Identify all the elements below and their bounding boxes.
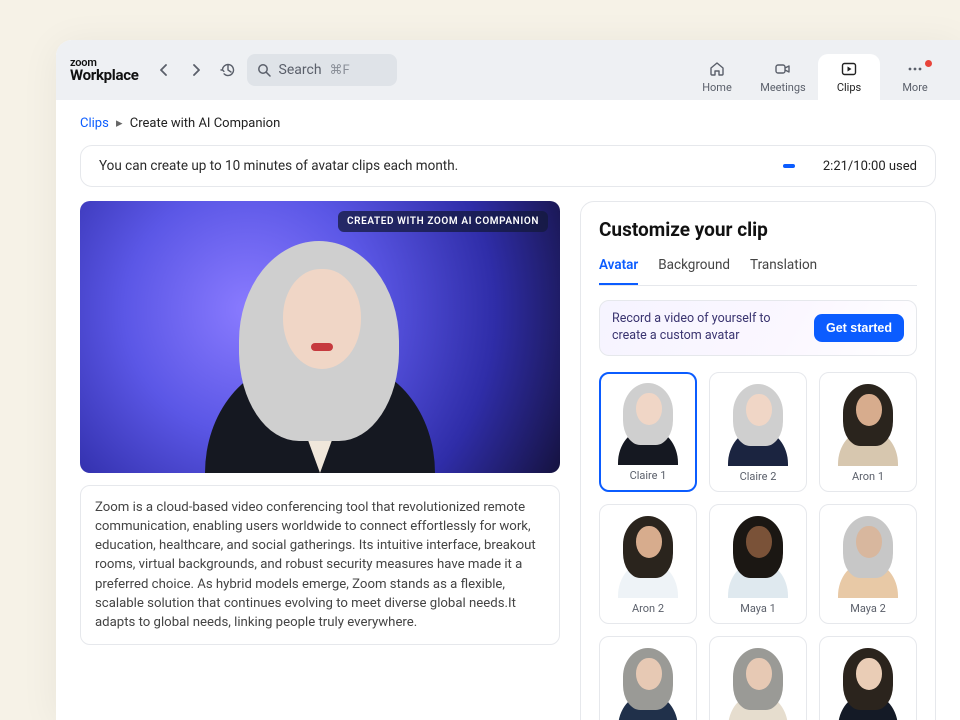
avatar-name: Claire 2 (740, 470, 777, 483)
avatar-name: Claire 1 (630, 469, 667, 482)
more-icon (906, 60, 924, 78)
clips-icon (840, 60, 858, 78)
avatar-thumbnail (716, 643, 800, 720)
customize-panel: Customize your clip Avatar Background Tr… (580, 201, 936, 720)
page-body: Clips ▸ Create with AI Companion You can… (56, 100, 960, 720)
history-button[interactable] (215, 57, 241, 83)
tab-background[interactable]: Background (658, 251, 730, 285)
tab-clips[interactable]: Clips (818, 54, 880, 100)
get-started-button[interactable]: Get started (814, 314, 904, 342)
top-nav-tabs: Home Meetings Clips More (686, 40, 946, 100)
quota-used-text: 2:21/10:00 used (823, 159, 917, 174)
tab-avatar[interactable]: Avatar (599, 251, 638, 285)
home-icon (708, 60, 726, 78)
tab-label: Home (702, 81, 732, 94)
brand-bottom: Workplace (70, 68, 139, 83)
avatar-thumbnail (606, 511, 690, 598)
search-icon (257, 63, 271, 77)
tab-label: More (902, 81, 927, 94)
avatar-thumbnail (826, 643, 910, 720)
avatar-name: Aron 1 (852, 470, 884, 483)
cta-text: Record a video of yourself to create a c… (612, 311, 802, 345)
search-placeholder: Search (279, 62, 322, 78)
preview-column: CREATED WITH ZOOM AI COMPANION Zoom is a… (80, 201, 560, 645)
avatar-thumbnail (826, 379, 910, 466)
breadcrumb: Clips ▸ Create with AI Companion (80, 116, 936, 131)
history-icon (220, 62, 236, 78)
avatar-figure (205, 223, 435, 473)
search-input[interactable]: Search ⌘F (247, 54, 397, 86)
breadcrumb-root-link[interactable]: Clips (80, 116, 109, 131)
panel-tabs: Avatar Background Translation (599, 251, 917, 286)
quota-progress-bar (783, 164, 795, 168)
nav-forward-button[interactable] (183, 57, 209, 83)
avatar-card[interactable]: Maya 2 (819, 504, 917, 624)
avatar-thumbnail (716, 379, 800, 466)
avatar-thumbnail (606, 643, 690, 720)
breadcrumb-current: Create with AI Companion (130, 116, 280, 131)
avatar-card[interactable]: Emma 1 (819, 636, 917, 720)
avatar-name: Aron 2 (632, 602, 664, 615)
avatar-card[interactable]: Aron 2 (599, 504, 697, 624)
tab-more[interactable]: More (884, 54, 946, 100)
avatar-card[interactable]: Claire 1 (599, 372, 697, 492)
avatar-thumbnail (826, 511, 910, 598)
chevron-right-icon (190, 64, 202, 76)
avatar-card[interactable]: Maya 1 (709, 504, 807, 624)
tab-home[interactable]: Home (686, 54, 748, 100)
quota-notice: You can create up to 10 minutes of avata… (80, 145, 936, 187)
avatar-thumbnail (716, 511, 800, 598)
app-window: zoom Workplace Search ⌘F Home (56, 40, 960, 720)
avatar-card[interactable]: Julian 1 (599, 636, 697, 720)
avatar-card[interactable]: Aron 1 (819, 372, 917, 492)
breadcrumb-separator: ▸ (116, 116, 123, 131)
script-textarea[interactable]: Zoom is a cloud-based video conferencing… (80, 485, 560, 645)
clip-preview[interactable]: CREATED WITH ZOOM AI COMPANION (80, 201, 560, 473)
nav-back-button[interactable] (151, 57, 177, 83)
avatar-card[interactable]: Julian 2 (709, 636, 807, 720)
app-header: zoom Workplace Search ⌘F Home (56, 40, 960, 100)
avatar-card[interactable]: Claire 2 (709, 372, 807, 492)
notification-badge (925, 60, 932, 67)
video-icon (774, 60, 792, 78)
tab-meetings[interactable]: Meetings (752, 54, 814, 100)
custom-avatar-cta: Record a video of yourself to create a c… (599, 300, 917, 356)
brand-logo: zoom Workplace (70, 57, 139, 83)
avatar-name: Maya 1 (740, 602, 776, 615)
avatar-name: Maya 2 (850, 602, 886, 615)
notice-text: You can create up to 10 minutes of avata… (99, 158, 458, 174)
tab-label: Clips (837, 81, 861, 94)
avatar-thumbnail (607, 380, 689, 465)
avatar-grid: Claire 1 Claire 2 Aron 1 Aron 2 Maya 1 Maya 2… (599, 372, 917, 720)
tab-label: Meetings (760, 81, 805, 94)
search-shortcut: ⌘F (330, 63, 350, 78)
tab-translation[interactable]: Translation (750, 251, 817, 285)
chevron-left-icon (158, 64, 170, 76)
panel-title: Customize your clip (599, 218, 917, 241)
